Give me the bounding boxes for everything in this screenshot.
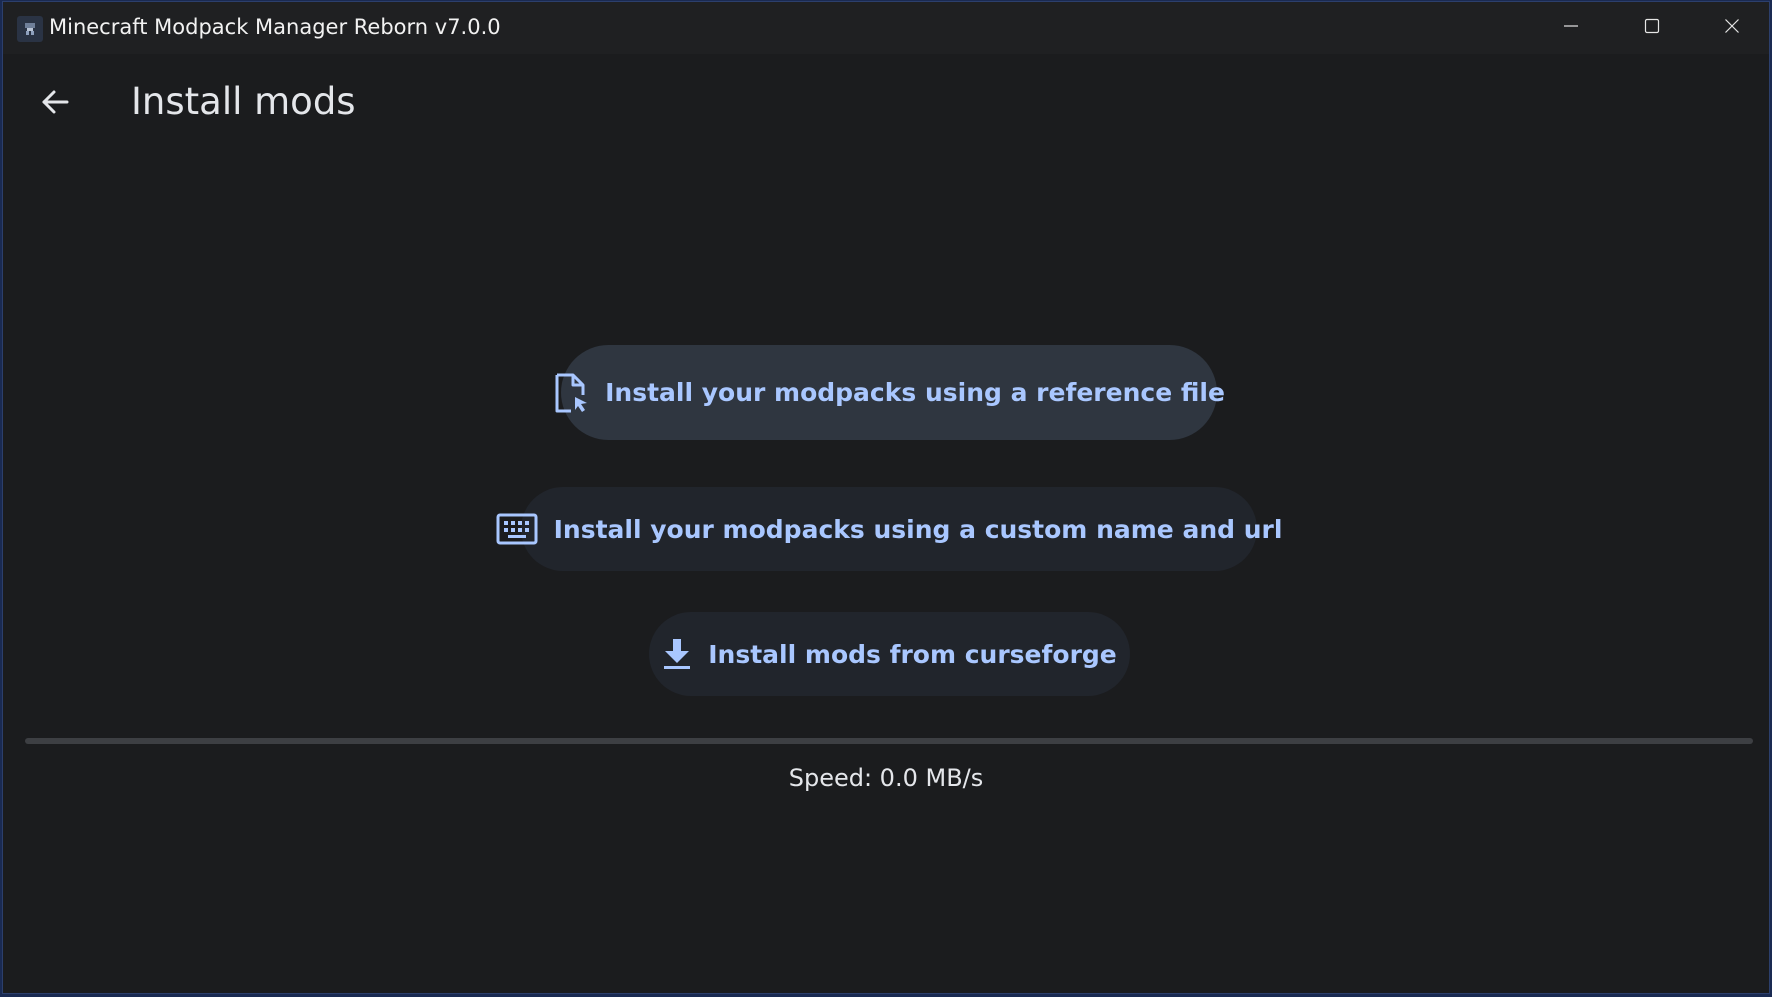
install-reference-file-label: Install your modpacks using a reference … (605, 378, 1225, 407)
close-button[interactable] (1692, 2, 1769, 54)
install-curseforge-label: Install mods from curseforge (708, 639, 1117, 669)
minimize-icon (1563, 18, 1579, 38)
keyboard-icon (496, 513, 538, 545)
window-title: Minecraft Modpack Manager Reborn v7.0.0 (49, 15, 501, 39)
maximize-icon (1644, 18, 1660, 38)
install-curseforge-button[interactable]: Install mods from curseforge (649, 612, 1130, 696)
back-button[interactable] (31, 80, 79, 128)
app-window: Minecraft Modpack Manager Reborn v7.0.0 … (2, 1, 1770, 994)
minimize-button[interactable] (1531, 2, 1611, 54)
arrow-left-icon (40, 87, 70, 121)
app-logo-icon (17, 16, 43, 42)
install-custom-name-url-label: Install your modpacks using a custom nam… (553, 514, 1283, 544)
title-bar[interactable]: Minecraft Modpack Manager Reborn v7.0.0 (3, 2, 1769, 54)
maximize-button[interactable] (1612, 2, 1692, 54)
download-icon (662, 637, 692, 671)
install-reference-file-button[interactable]: Install your modpacks using a reference … (555, 345, 1225, 440)
install-custom-name-url-button[interactable]: Install your modpacks using a custom nam… (496, 487, 1282, 571)
download-speed-text: Speed: 0.0 MB/s (788, 764, 984, 792)
file-cursor-icon (553, 373, 589, 413)
download-progress-bar (25, 738, 1753, 744)
close-icon (1724, 18, 1740, 38)
page-title: Install mods (131, 80, 356, 123)
